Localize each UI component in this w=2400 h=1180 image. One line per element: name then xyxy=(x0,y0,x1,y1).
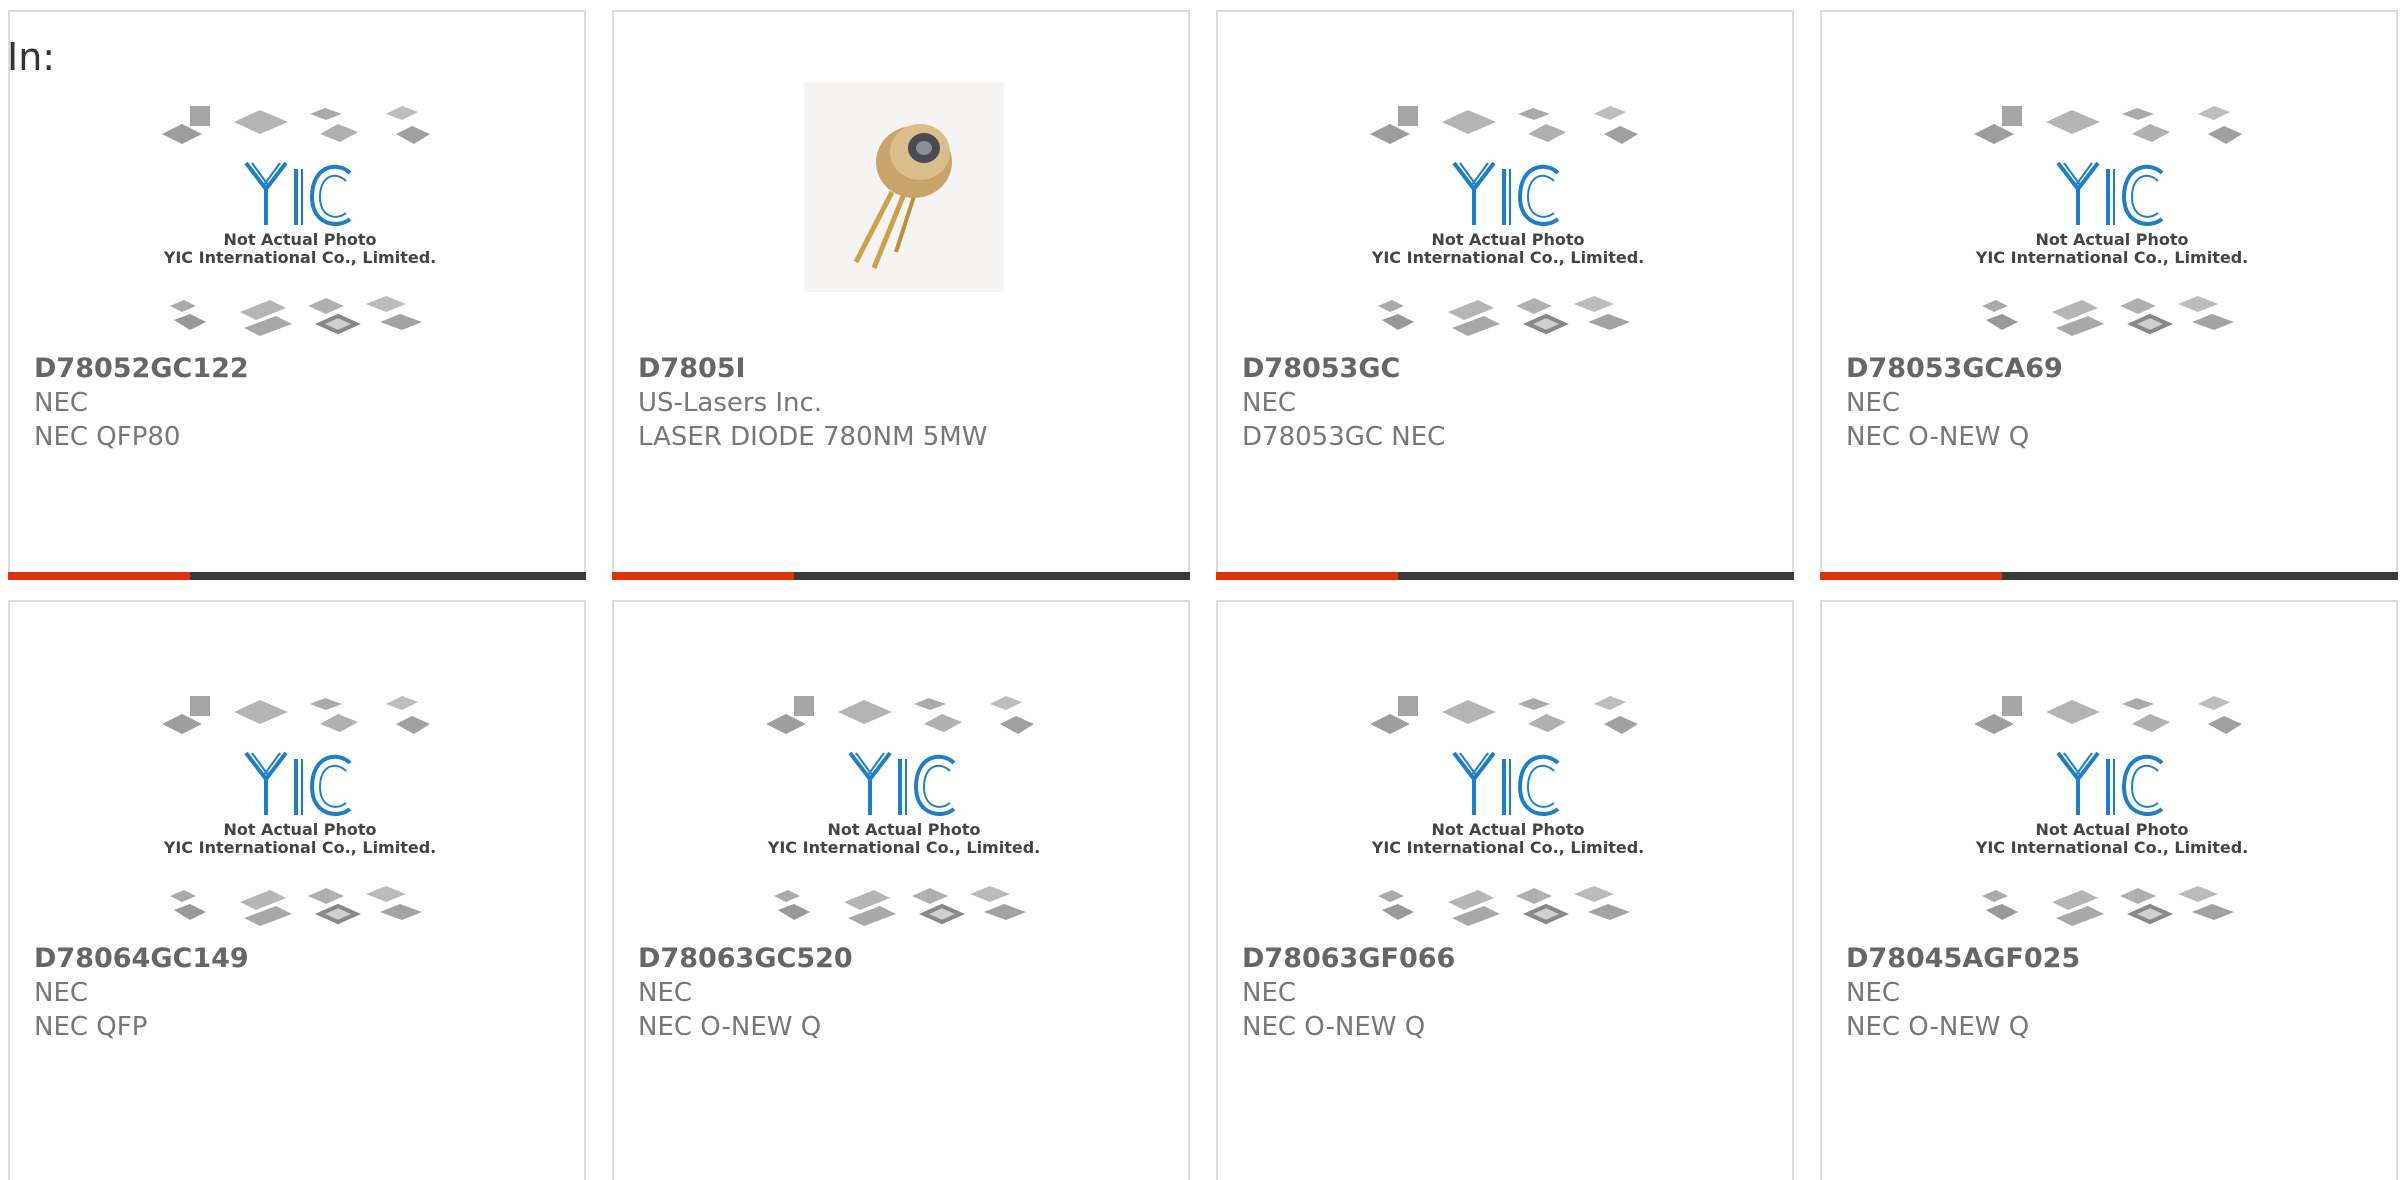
product-card[interactable]: Not Actual Photo YIC International Co., … xyxy=(1820,600,2398,1180)
yic-logo xyxy=(238,748,358,820)
chips-decoration xyxy=(764,880,1044,940)
chips-decoration xyxy=(160,690,440,750)
company-label: YIC International Co., Limited. xyxy=(1371,248,1645,267)
part-number-link[interactable]: D78045AGF025 xyxy=(1846,942,2376,976)
description: NEC O-NEW Q xyxy=(1242,1012,1426,1042)
product-image-placeholder[interactable]: Not Actual Photo YIC International Co., … xyxy=(764,690,1044,946)
not-actual-photo-label: Not Actual Photo xyxy=(223,230,377,249)
manufacturer: NEC xyxy=(34,978,89,1008)
product-card[interactable]: Not Actual Photo YIC International Co., … xyxy=(612,600,1190,1180)
chips-decoration xyxy=(1972,100,2252,160)
yic-logo xyxy=(238,158,358,230)
product-card[interactable]: Not Actual Photo YIC International Co., … xyxy=(1216,600,1794,1180)
description: NEC O-NEW Q xyxy=(1846,422,2030,452)
yic-logo xyxy=(842,748,962,820)
description: NEC QFP xyxy=(34,1012,148,1042)
product-card[interactable]: D7805I US-Lasers Inc. LASER DIODE 780NM … xyxy=(612,10,1190,580)
product-card[interactable]: Not Actual Photo YIC International Co., … xyxy=(8,10,586,580)
chips-decoration xyxy=(1972,880,2252,940)
product-card[interactable]: Not Actual Photo YIC International Co., … xyxy=(1216,10,1794,580)
chips-decoration xyxy=(764,690,1044,750)
company-label: YIC International Co., Limited. xyxy=(1975,838,2249,857)
card-bottom-bar xyxy=(1820,572,2398,580)
product-image-placeholder[interactable]: Not Actual Photo YIC International Co., … xyxy=(1972,100,2252,356)
part-number-link[interactable]: D78052GC122 xyxy=(34,352,564,386)
laser-diode-photo[interactable] xyxy=(804,82,1004,292)
chips-decoration xyxy=(1972,690,2252,750)
chips-decoration xyxy=(1368,290,1648,350)
chips-decoration xyxy=(1368,880,1648,940)
product-image-placeholder[interactable]: Not Actual Photo YIC International Co., … xyxy=(160,690,440,946)
laser-diode-icon xyxy=(853,124,952,269)
product-image-placeholder[interactable]: Not Actual Photo YIC International Co., … xyxy=(1972,690,2252,946)
yic-logo xyxy=(2050,748,2170,820)
company-label: YIC International Co., Limited. xyxy=(767,838,1041,857)
company-label: YIC International Co., Limited. xyxy=(163,838,437,857)
manufacturer: NEC xyxy=(34,388,89,418)
not-actual-photo-label: Not Actual Photo xyxy=(1431,230,1585,249)
description: D78053GC NEC xyxy=(1242,422,1446,452)
manufacturer: NEC xyxy=(1846,388,1901,418)
product-image-placeholder[interactable]: Not Actual Photo YIC International Co., … xyxy=(160,100,440,356)
yic-logo xyxy=(2050,158,2170,230)
company-label: YIC International Co., Limited. xyxy=(1371,838,1645,857)
product-image-placeholder[interactable]: Not Actual Photo YIC International Co., … xyxy=(1368,690,1648,946)
description: NEC QFP80 xyxy=(34,422,181,452)
yic-logo xyxy=(1446,748,1566,820)
product-card[interactable]: Not Actual Photo YIC International Co., … xyxy=(8,600,586,1180)
manufacturer: NEC xyxy=(638,978,693,1008)
part-number-link[interactable]: D78053GC xyxy=(1242,352,1772,386)
product-card[interactable]: Not Actual Photo YIC International Co., … xyxy=(1820,10,2398,580)
card-bottom-bar xyxy=(612,572,1190,580)
chips-decoration xyxy=(160,100,440,160)
chips-decoration xyxy=(1368,100,1648,160)
card-bottom-bar xyxy=(8,572,586,580)
not-actual-photo-label: Not Actual Photo xyxy=(827,820,981,839)
company-label: YIC International Co., Limited. xyxy=(1975,248,2249,267)
product-grid: Not Actual Photo YIC International Co., … xyxy=(0,0,2400,1180)
card-bottom-bar xyxy=(1216,572,1794,580)
chips-decoration xyxy=(1972,290,2252,350)
manufacturer: NEC xyxy=(1846,978,1901,1008)
manufacturer: US-Lasers Inc. xyxy=(638,388,823,418)
yic-logo xyxy=(1446,158,1566,230)
description: LASER DIODE 780NM 5MW xyxy=(638,422,988,452)
not-actual-photo-label: Not Actual Photo xyxy=(223,820,377,839)
product-image-placeholder[interactable]: Not Actual Photo YIC International Co., … xyxy=(1368,100,1648,356)
not-actual-photo-label: Not Actual Photo xyxy=(1431,820,1585,839)
description: NEC O-NEW Q xyxy=(1846,1012,2030,1042)
chips-decoration xyxy=(1368,690,1648,750)
part-number-link[interactable]: D78063GC520 xyxy=(638,942,1168,976)
in-label: In: xyxy=(7,35,56,79)
not-actual-photo-label: Not Actual Photo xyxy=(2035,820,2189,839)
part-number-link[interactable]: D78064GC149 xyxy=(34,942,564,976)
part-number-link[interactable]: D78053GCA69 xyxy=(1846,352,2376,386)
not-actual-photo-label: Not Actual Photo xyxy=(2035,230,2189,249)
manufacturer: NEC xyxy=(1242,388,1297,418)
part-number-link[interactable]: D78063GF066 xyxy=(1242,942,1772,976)
description: NEC O-NEW Q xyxy=(638,1012,822,1042)
manufacturer: NEC xyxy=(1242,978,1297,1008)
chips-decoration xyxy=(160,880,440,940)
part-number-link[interactable]: D7805I xyxy=(638,352,1168,386)
chips-decoration xyxy=(160,290,440,350)
company-label: YIC International Co., Limited. xyxy=(163,248,437,267)
